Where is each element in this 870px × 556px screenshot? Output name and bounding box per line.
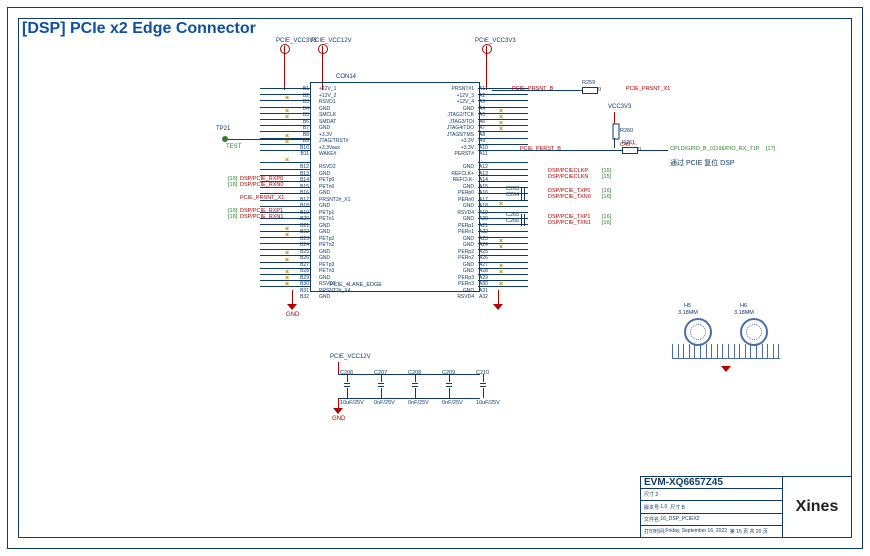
mounting-hole-h5 (684, 318, 712, 346)
sheet-title: [DSP] PCIe x2 Edge Connector (22, 20, 256, 38)
wire (292, 290, 293, 304)
company-logo: Xines (782, 477, 851, 537)
net-txn1: DSP/PCIE_TXN1 (548, 220, 591, 226)
wire (492, 150, 622, 151)
net-clkn: DSP/PCIECLKN (548, 174, 588, 180)
wire (614, 138, 615, 148)
page-txn0: [16] (602, 194, 611, 200)
page-rxn1: [16] (228, 214, 237, 220)
pwr-pin (280, 44, 290, 54)
tb-size: 尺寸 2 (641, 489, 782, 501)
r261 (622, 147, 638, 154)
decoup-gnd-label: GND (332, 416, 345, 422)
mh5-val: 3.18MM (678, 310, 698, 316)
page-rxn0: [16] (228, 182, 237, 188)
tp-ref: TP21 (216, 126, 230, 132)
title-block: EVM-XQ6657Z45 尺寸 2 版本号:1.0 尺寸 B 文件名:16_D… (640, 476, 852, 538)
net-rxn1: DSP/PCIE_RXN1 (240, 214, 283, 220)
page-txn1: [16] (602, 220, 611, 226)
tb-rev: 版本号:1.0 尺寸 B (641, 501, 782, 513)
page-clkn: [15] (602, 174, 611, 180)
mh6-val: 3.18MM (734, 310, 754, 316)
vcc3v3-label: VCC3V3 (608, 104, 631, 110)
pwr-pcie-vcc12v: PCIE_VCC12V (311, 38, 352, 44)
wire (338, 362, 339, 374)
tp-label: TEST (226, 144, 241, 150)
tb-date: 打印时间:Friday, September 16, 2022 第 15 页 共… (641, 526, 782, 537)
port-perst-fpga: CPLD/GPIO_B_01196/PIO_RX_T1P (670, 146, 759, 152)
c-ref: C266 (506, 218, 519, 224)
pwr-pin (318, 44, 328, 54)
net-perst: PCIE_PERST_B (520, 146, 561, 152)
r259 (582, 87, 598, 94)
wire (498, 290, 499, 304)
r261-ref: R261 (622, 140, 635, 146)
tb-file: 文件名:16_DSP_PCIEX2 (641, 514, 782, 526)
r260-ref: R260 (620, 128, 633, 134)
pin-names-right: PRSNT#1+12V_3+12V_4GNDJTAG2/TCKJTAG3/TDI… (425, 86, 477, 301)
page-perst: [17] (766, 146, 775, 152)
mh6-ref: H6 (740, 303, 747, 309)
net-prsnt-x1-l: PCIE_PRSNT_X1 (240, 195, 284, 201)
net-rxn0: DSP/PCIE_RXN0 (240, 182, 283, 188)
wire (338, 398, 480, 399)
mounting-hole-h6 (740, 318, 768, 346)
pwr-pcie-vcc3v3-r: PCIE_VCC3V3 (475, 38, 516, 44)
decoup-rail: PCIE_VCC12V (330, 354, 371, 360)
net-prsnt-b: PCIE_PRSNT_B (512, 86, 553, 92)
ac-cap (518, 194, 528, 200)
c-ref: C264 (506, 192, 519, 198)
note-zh: 通过 PCIE 复位 DSP (670, 158, 735, 168)
wire (492, 90, 582, 91)
tb-project: EVM-XQ6657Z45 (641, 477, 782, 489)
ac-cap (518, 220, 528, 226)
mh5-ref: H5 (684, 303, 691, 309)
pin-names-left: +12V_1+12V_2RSVD1GNDSMCLKSMDATGND+3.3VJT… (316, 86, 364, 301)
wire (672, 358, 780, 359)
pwr-pin (482, 44, 492, 54)
net-prsnt-x1-r: PCIE_PRSNT_X1 (626, 86, 670, 92)
r259-val: 0 (598, 87, 601, 93)
wire (338, 398, 339, 408)
wire (638, 150, 668, 151)
net-txn0: DSP/PCIE_TXN0 (548, 194, 591, 200)
gnd-label: GND (286, 312, 299, 318)
r259-ref: R259 (582, 80, 595, 86)
connector-refdes: CON14 (336, 74, 356, 80)
